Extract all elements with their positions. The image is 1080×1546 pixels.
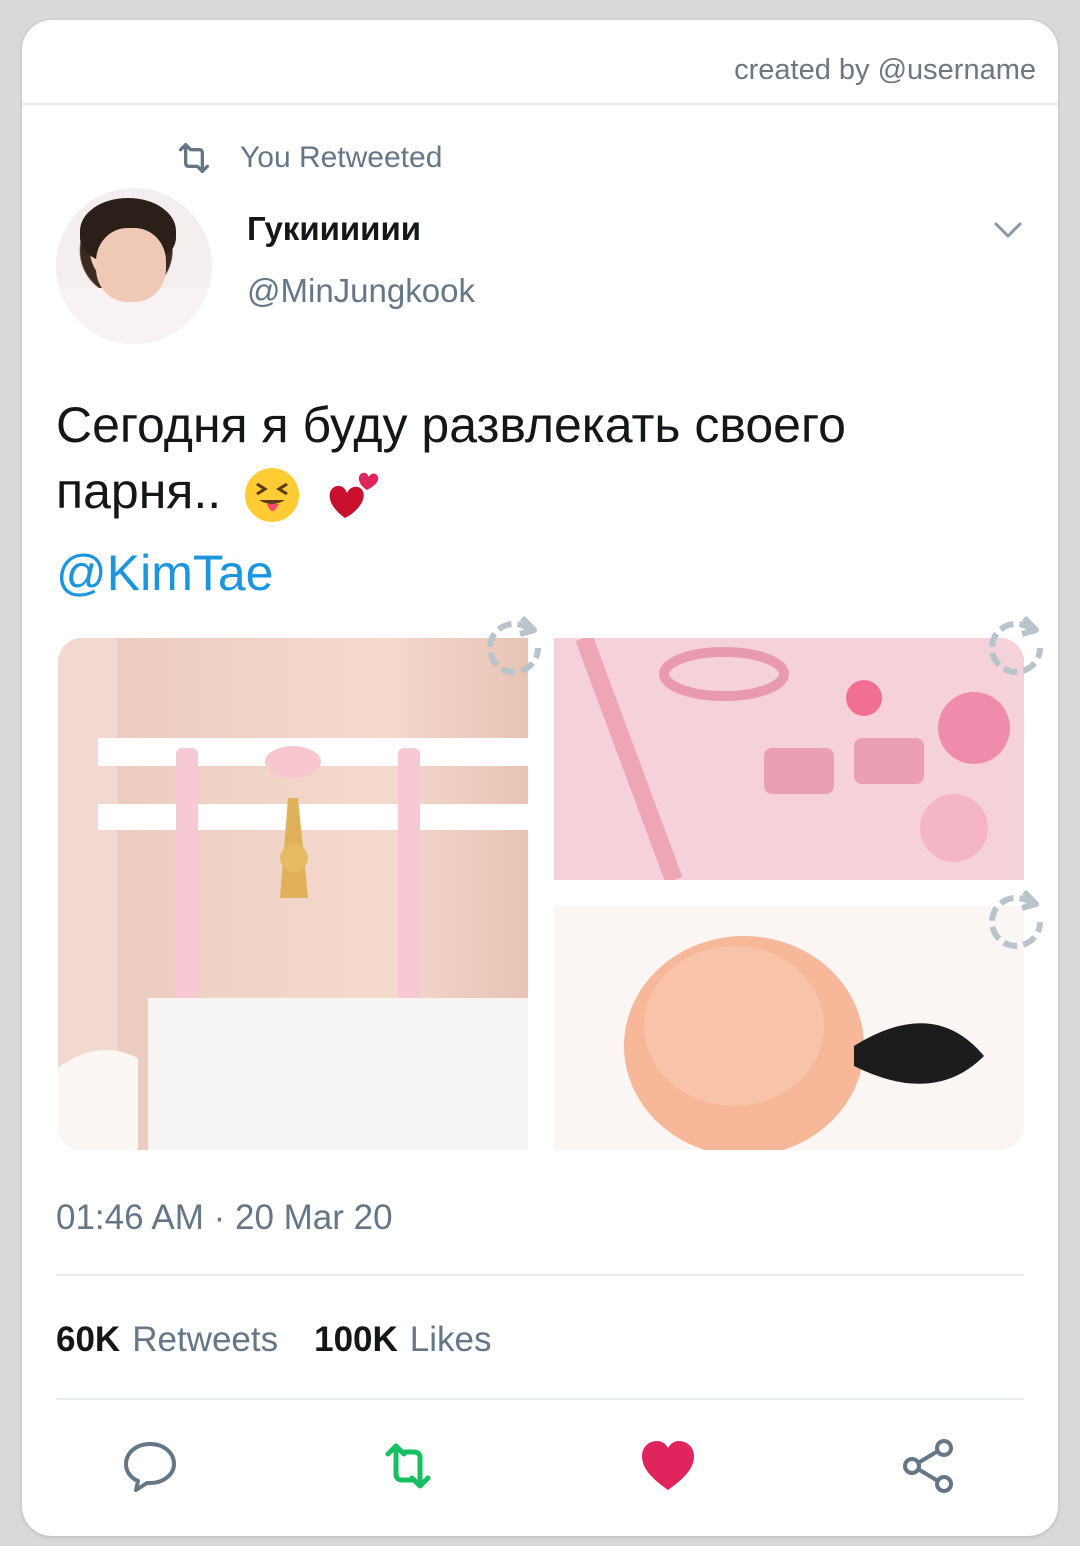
tweet-text: Сегодня я буду развлекать своего парня.. [56,392,1016,524]
display-name[interactable]: Гукииииии [247,210,421,248]
tweet-timestamp: 01:46 AM · 20 Mar 20 [56,1198,393,1237]
divider [56,1274,1024,1276]
retweets-count: 60K [56,1320,121,1359]
share-icon[interactable] [898,1436,958,1496]
rotate-icon[interactable] [982,608,1050,676]
likes-stat[interactable]: 100K Likes [314,1320,491,1360]
likes-count: 100K [314,1320,398,1359]
retweet-button-icon[interactable] [378,1436,438,1496]
retweet-context: You Retweeted [174,138,442,178]
credit-text: created by @username [734,54,1036,86]
retweet-label: You Retweeted [240,141,443,174]
pink-accessories-photo[interactable] [554,638,1024,880]
chevron-down-icon[interactable] [990,218,1026,242]
rotate-icon[interactable] [982,882,1050,950]
retweet-icon [179,143,209,173]
tweet-card: created by @username You Retweeted Гукии… [22,20,1058,1536]
user-handle[interactable]: @MinJungkook [247,272,475,310]
squinting-tongue-emoji [245,467,300,522]
tweet-body: Сегодня я буду развлекать своего парня.. [56,397,846,519]
retweets-label: Retweets [132,1320,279,1359]
two-hearts-emoji [329,472,379,518]
divider [56,1398,1024,1400]
pink-fluffy-tail-photo[interactable] [554,906,1024,1150]
divider [22,103,1058,105]
thigh-garter-photo[interactable] [58,638,528,1150]
likes-label: Likes [409,1320,492,1359]
mention-link[interactable]: @KimTae [56,544,273,602]
avatar[interactable] [56,188,212,344]
reply-icon[interactable] [120,1436,180,1496]
retweets-stat[interactable]: 60K Retweets [56,1320,278,1360]
tweet-stats: 60K Retweets 100K Likes [56,1320,528,1360]
rotate-icon[interactable] [480,608,548,676]
like-icon[interactable] [638,1436,698,1496]
